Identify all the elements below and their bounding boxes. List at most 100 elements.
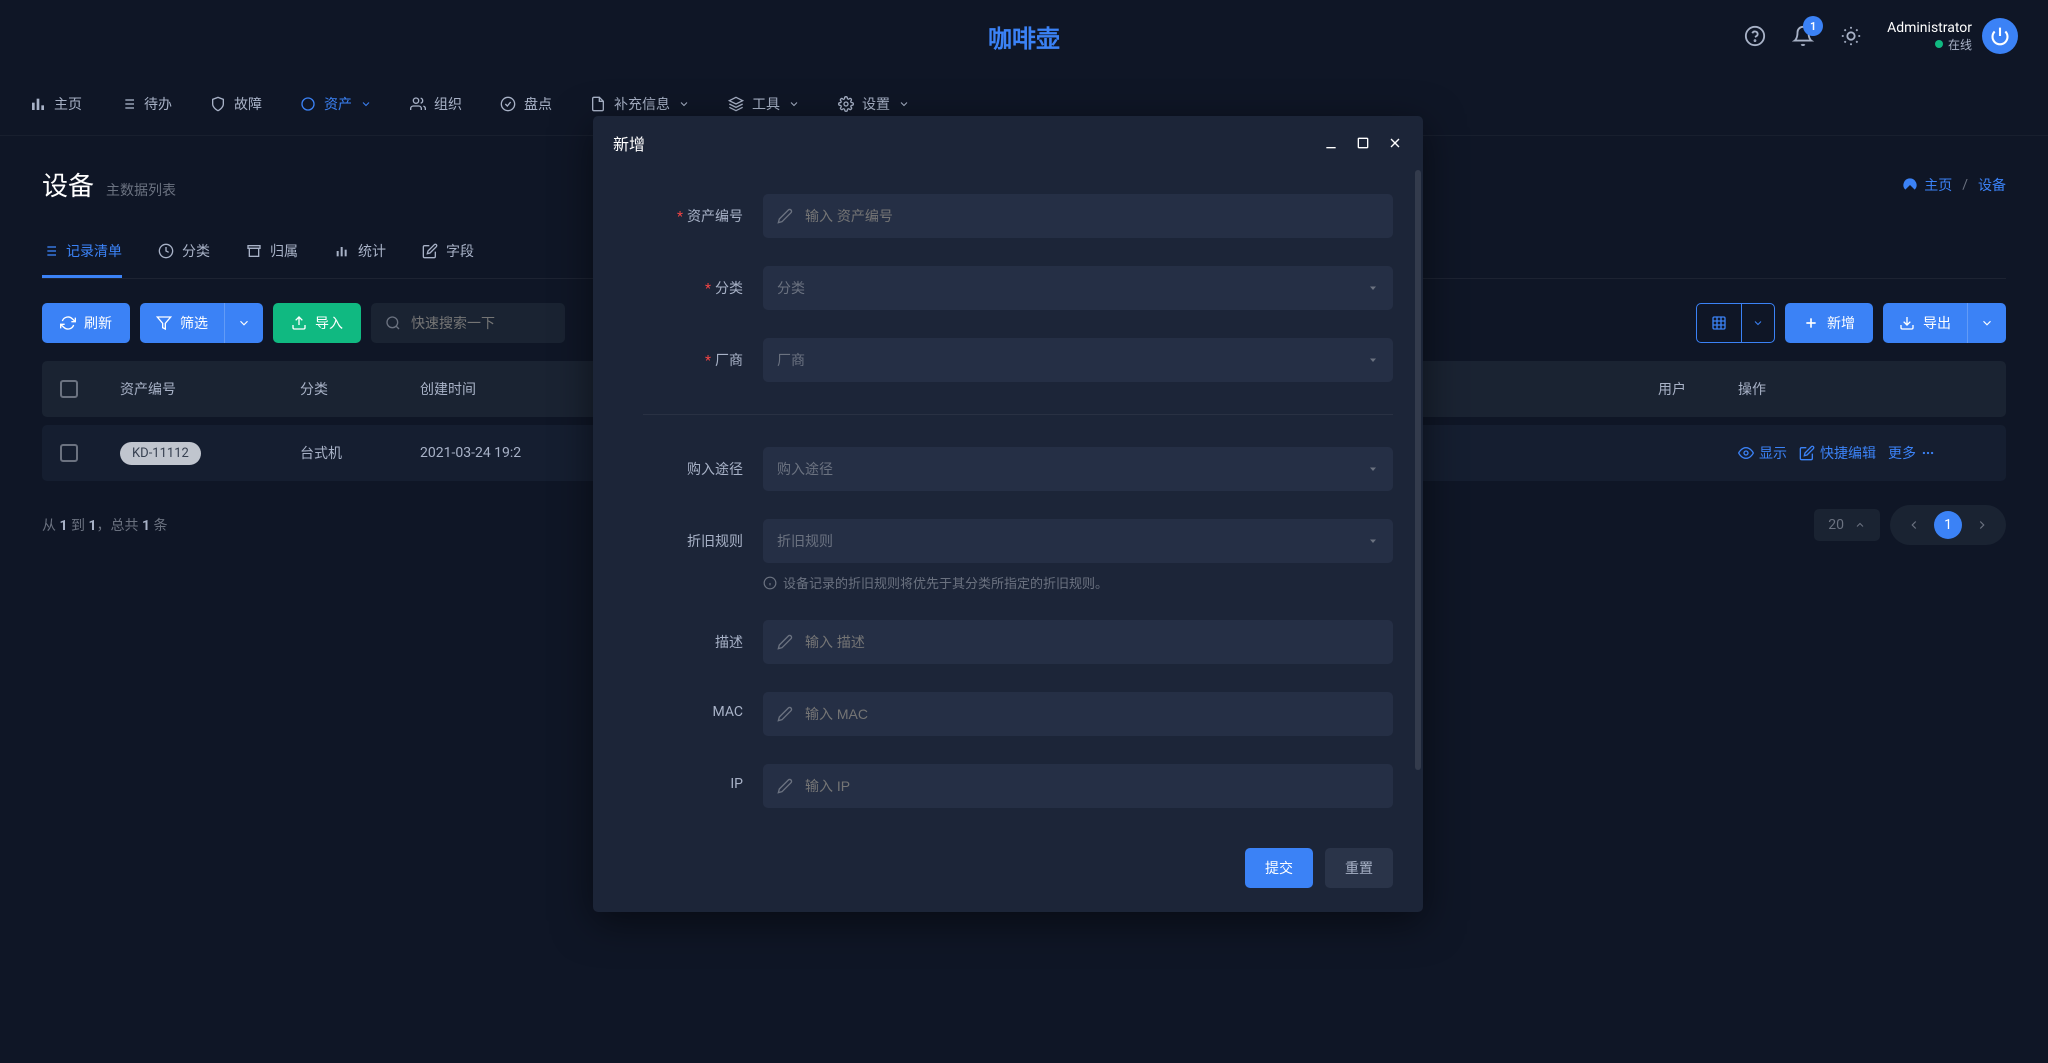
theme-toggle-icon[interactable] (1839, 24, 1863, 48)
modal-scrollbar[interactable] (1415, 170, 1421, 770)
breadcrumb-home[interactable]: 主页 (1902, 175, 1952, 195)
select-all-checkbox[interactable] (60, 380, 78, 398)
download-icon (1899, 315, 1915, 331)
reset-button[interactable]: 重置 (1325, 848, 1393, 888)
label-desc: 描述 (715, 635, 743, 651)
clock-icon (158, 243, 174, 259)
nav-supplement[interactable]: 补充信息 (590, 94, 690, 114)
user-name: Administrator (1887, 20, 1972, 36)
search-input[interactable] (371, 303, 565, 343)
label-purchase: 购入途径 (687, 462, 743, 478)
search-field[interactable] (411, 315, 551, 331)
breadcrumb: 主页 / 设备 (1902, 175, 2006, 195)
gear-icon (838, 96, 854, 112)
new-asset-modal: 新增 *资产编号 *分类 分类 (593, 116, 1423, 912)
export-button[interactable]: 导出 (1883, 303, 2006, 343)
circle-icon (300, 96, 316, 112)
nav-setting[interactable]: 设置 (838, 94, 910, 114)
tab-ownership[interactable]: 归属 (246, 227, 298, 278)
label-ip: IP (730, 776, 743, 792)
label-asset-no: 资产编号 (687, 209, 743, 225)
dashboard-icon (1902, 177, 1918, 193)
filter-dropdown-caret[interactable] (224, 303, 263, 343)
import-button[interactable]: 导入 (273, 303, 361, 343)
status-dot-icon (1935, 40, 1943, 48)
tab-records[interactable]: 记录清单 (42, 227, 122, 278)
nav-tool[interactable]: 工具 (728, 94, 800, 114)
action-edit[interactable]: 快捷编辑 (1799, 443, 1876, 463)
archive-icon (246, 243, 262, 259)
page-next[interactable] (1968, 511, 1996, 539)
nav-fault[interactable]: 故障 (210, 94, 262, 114)
page-subtitle: 主数据列表 (106, 180, 176, 200)
tab-categories[interactable]: 分类 (158, 227, 210, 278)
depreciation-select[interactable]: 折旧规则 (763, 519, 1393, 563)
list-icon (42, 243, 58, 259)
close-icon[interactable] (1387, 135, 1403, 151)
edit-icon (422, 243, 438, 259)
label-category: 分类 (715, 281, 743, 297)
refresh-icon (60, 315, 76, 331)
users-icon (410, 96, 426, 112)
depreciation-hint: 设备记录的折旧规则将优先于其分类所指定的折旧规则。 (763, 573, 1393, 592)
refresh-button[interactable]: 刷新 (42, 303, 130, 343)
more-icon (1921, 446, 1935, 460)
row-category: 台式机 (300, 443, 420, 463)
notification-icon[interactable]: 1 (1791, 24, 1815, 48)
action-show[interactable]: 显示 (1738, 443, 1787, 463)
check-circle-icon (500, 96, 516, 112)
maximize-icon[interactable] (1355, 135, 1371, 151)
col-category: 分类 (300, 379, 420, 399)
power-button[interactable] (1982, 18, 2018, 54)
info-icon (763, 576, 777, 590)
chevron-down-icon (360, 98, 372, 110)
pencil-icon (777, 634, 793, 650)
action-more[interactable]: 更多 (1888, 443, 1935, 463)
desc-field[interactable] (763, 620, 1393, 664)
search-icon (385, 315, 401, 331)
edit-icon (1799, 445, 1815, 461)
page-prev[interactable] (1900, 511, 1928, 539)
home-bars-icon (30, 96, 46, 112)
nav-org[interactable]: 组织 (410, 94, 462, 114)
view-toggle[interactable] (1696, 303, 1775, 343)
asset-no-field[interactable] (763, 194, 1393, 238)
caret-down-icon (1367, 463, 1379, 475)
minimize-icon[interactable] (1323, 135, 1339, 151)
vendor-select[interactable]: 厂商 (763, 338, 1393, 382)
pencil-icon (777, 778, 793, 794)
ip-field[interactable] (763, 764, 1393, 808)
mac-field[interactable] (763, 692, 1393, 736)
page-size-select[interactable]: 20 (1814, 509, 1880, 541)
filter-button[interactable]: 筛选 (140, 303, 263, 343)
import-icon (291, 315, 307, 331)
nav-check[interactable]: 盘点 (500, 94, 552, 114)
notification-badge: 1 (1803, 16, 1823, 36)
category-select[interactable]: 分类 (763, 266, 1393, 310)
tab-fields[interactable]: 字段 (422, 227, 474, 278)
submit-button[interactable]: 提交 (1245, 848, 1313, 888)
purchase-select[interactable]: 购入途径 (763, 447, 1393, 491)
row-time: 2021-03-24 19:2 (420, 445, 620, 461)
breadcrumb-current: 设备 (1978, 175, 2006, 195)
nav-asset[interactable]: 资产 (300, 94, 372, 114)
eye-icon (1738, 445, 1754, 461)
page-1[interactable]: 1 (1934, 511, 1962, 539)
pencil-icon (777, 208, 793, 224)
tab-stats[interactable]: 统计 (334, 227, 386, 278)
nav-todo[interactable]: 待办 (120, 94, 172, 114)
chevron-down-icon (788, 98, 800, 110)
help-icon[interactable] (1743, 24, 1767, 48)
nav-home[interactable]: 主页 (30, 94, 82, 114)
new-button[interactable]: 新增 (1785, 303, 1873, 343)
row-checkbox[interactable] (60, 444, 78, 462)
export-caret[interactable] (1967, 303, 2006, 343)
caret-down-icon (1367, 535, 1379, 547)
view-caret[interactable] (1741, 304, 1774, 342)
user-status: 在线 (1887, 36, 1972, 53)
caret-down-icon (1367, 282, 1379, 294)
asset-chip[interactable]: KD-11112 (120, 442, 201, 465)
pencil-icon (777, 706, 793, 722)
brand-logo: 咖啡壶 (988, 25, 1060, 53)
col-create-time: 创建时间 (420, 379, 620, 399)
